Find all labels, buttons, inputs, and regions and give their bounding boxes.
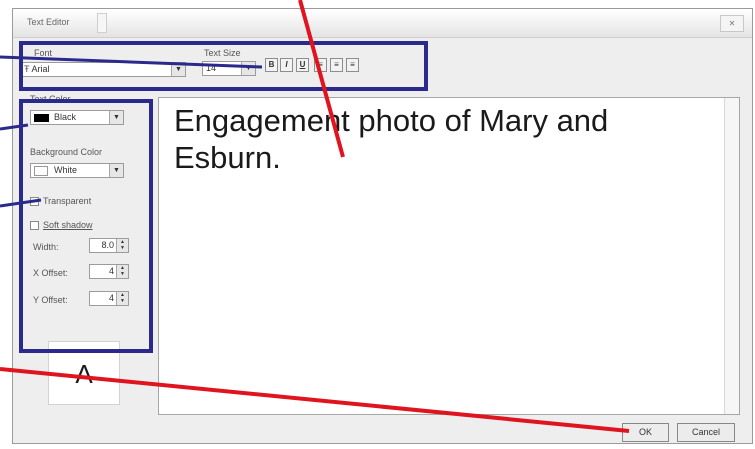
callout-line-ok xyxy=(0,367,630,433)
callout-line-font xyxy=(0,55,263,69)
callout-line-transparent xyxy=(0,198,42,208)
callout-lines xyxy=(0,0,630,433)
callout-line-text-color xyxy=(0,123,29,131)
callout-line-editor xyxy=(298,0,345,158)
